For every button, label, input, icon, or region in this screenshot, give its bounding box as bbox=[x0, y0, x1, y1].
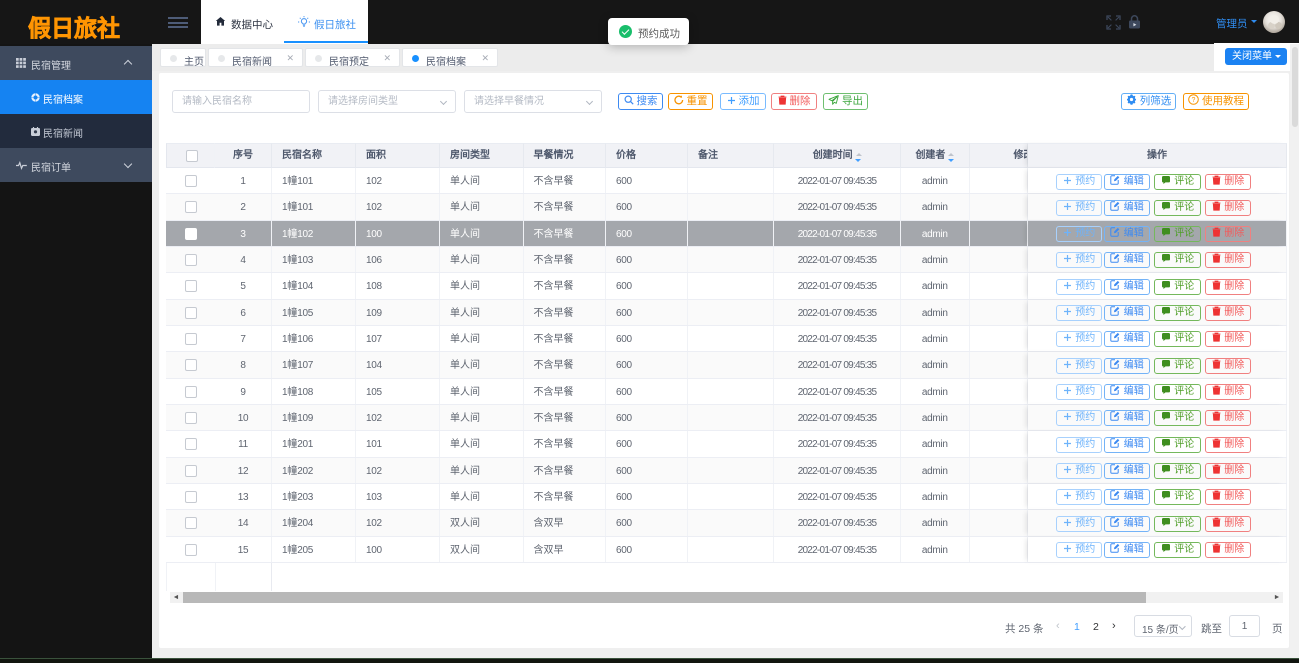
svg-text:?: ? bbox=[1192, 97, 1196, 104]
